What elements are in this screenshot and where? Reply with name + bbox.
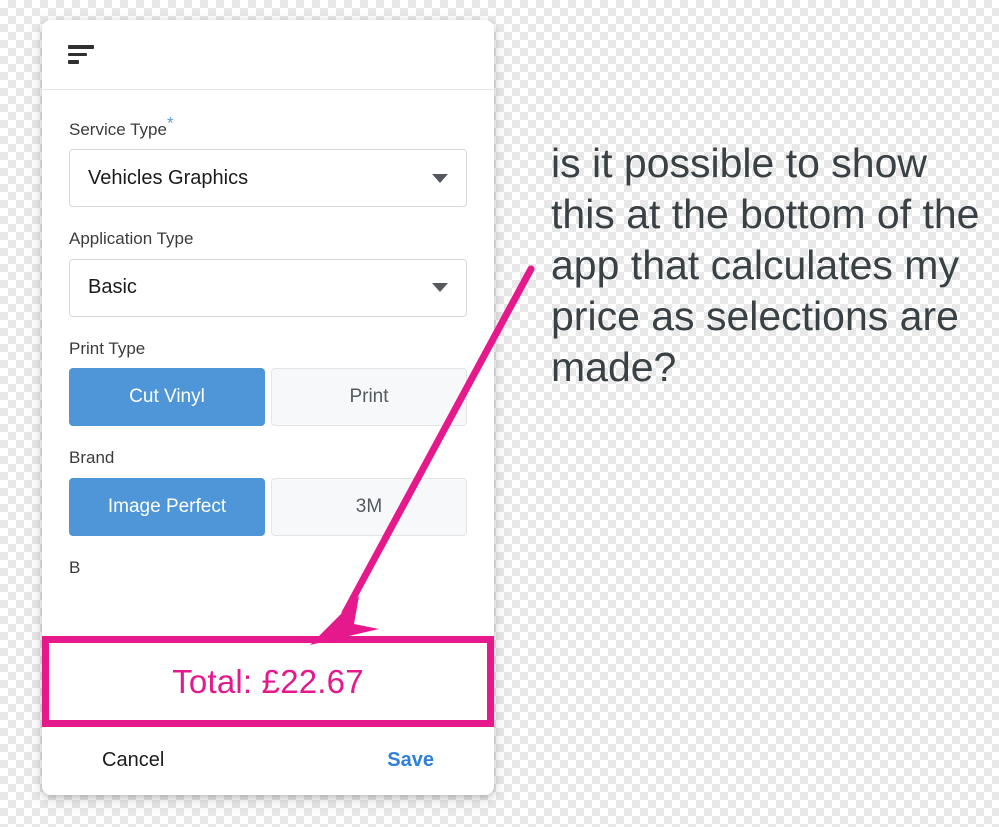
toggle-group-print-type: Cut Vinyl Print	[69, 368, 467, 427]
chevron-down-icon	[432, 173, 448, 183]
field-print-type: Print Type Cut Vinyl Print	[69, 338, 467, 427]
total-highlight-box: Total: £22.67	[42, 636, 494, 727]
field-label-occluded: B	[69, 557, 81, 577]
field-label-brand: Brand	[69, 448, 115, 468]
app-header	[42, 20, 494, 90]
select-service-type-value: Vehicles Graphics	[88, 166, 249, 189]
sort-icon-bar-1	[68, 45, 94, 49]
select-service-type[interactable]: Vehicles Graphics	[69, 149, 467, 208]
select-application-type[interactable]: Basic	[69, 258, 467, 317]
field-application-type: Application Type Basic	[69, 229, 467, 317]
toggle-option-image-perfect[interactable]: Image Perfect	[69, 477, 265, 536]
sort-icon-bar-2	[68, 52, 87, 57]
annotation-question-text: is it possible to show this at the botto…	[551, 140, 980, 390]
save-button[interactable]: Save	[379, 743, 442, 778]
select-application-type-value: Basic	[88, 276, 137, 299]
toggle-option-print[interactable]: Print	[271, 368, 467, 427]
field-brand: Brand Image Perfect 3M	[69, 448, 467, 536]
field-label-application-type: Application Type	[69, 229, 194, 249]
app-footer: Cancel Save	[42, 725, 494, 795]
cancel-button[interactable]: Cancel	[94, 743, 172, 778]
sort-icon[interactable]	[68, 45, 94, 65]
required-asterisk-icon: *	[166, 113, 174, 133]
toggle-option-3m[interactable]: 3M	[271, 477, 467, 536]
total-amount-text: Total: £22.67	[172, 662, 364, 700]
service-type-label-text: Service Type	[69, 120, 167, 139]
field-service-type: Service Type* Vehicles Graphics	[69, 114, 467, 208]
field-label-print-type: Print Type	[69, 338, 146, 358]
sort-icon-bar-3	[68, 60, 80, 64]
field-label-service-type: Service Type*	[69, 114, 467, 140]
chevron-down-icon	[432, 283, 448, 293]
app-form-body: Service Type* Vehicles Graphics Applicat…	[42, 90, 494, 725]
toggle-group-brand: Image Perfect 3M	[69, 477, 467, 536]
toggle-option-cut-vinyl[interactable]: Cut Vinyl	[69, 368, 265, 427]
